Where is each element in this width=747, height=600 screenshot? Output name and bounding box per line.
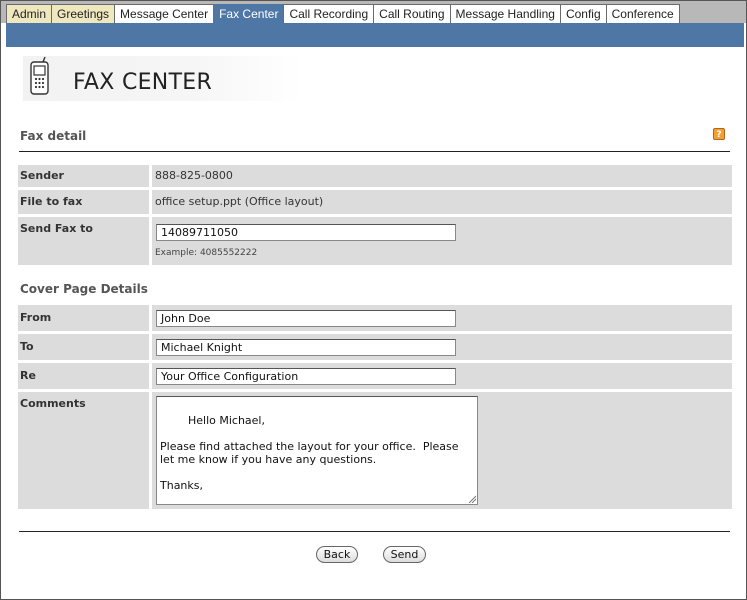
tab-bar: Admin Greetings Message Center Fax Cente… bbox=[1, 1, 746, 23]
send-to-label: Send Fax to bbox=[18, 217, 149, 265]
section-divider bbox=[19, 151, 730, 152]
re-cell: Your Office Configuration bbox=[152, 363, 732, 389]
back-button[interactable]: Back bbox=[316, 546, 358, 563]
send-to-input[interactable]: 14089711050 bbox=[156, 224, 456, 241]
to-label: To bbox=[18, 334, 149, 360]
sender-row: Sender 888-825-0800 bbox=[18, 165, 732, 187]
resize-grip-icon[interactable] bbox=[468, 495, 476, 503]
file-row: File to fax office setup.ppt (Office lay… bbox=[18, 190, 732, 214]
footer-divider bbox=[19, 531, 730, 532]
from-label: From bbox=[18, 305, 149, 331]
from-row: From John Doe bbox=[18, 305, 732, 331]
comments-textarea[interactable]: Hello Michael, Please find attached the … bbox=[156, 396, 478, 505]
page-title: FAX CENTER bbox=[73, 70, 213, 95]
comments-row: Comments Hello Michael, Please find atta… bbox=[18, 392, 732, 509]
header-bar bbox=[6, 23, 744, 47]
tab-greetings[interactable]: Greetings bbox=[51, 4, 116, 23]
fax-phone-icon bbox=[30, 56, 49, 95]
sender-value: 888-825-0800 bbox=[152, 165, 732, 187]
to-row: To Michael Knight bbox=[18, 334, 732, 360]
tab-call-routing[interactable]: Call Routing bbox=[373, 4, 451, 23]
help-icon[interactable]: ? bbox=[713, 128, 725, 140]
tab-admin[interactable]: Admin bbox=[6, 4, 53, 23]
tab-message-center[interactable]: Message Center bbox=[114, 4, 215, 23]
send-to-cell: 14089711050 Example: 4085552222 bbox=[152, 217, 732, 265]
to-input[interactable]: Michael Knight bbox=[156, 339, 456, 356]
to-cell: Michael Knight bbox=[152, 334, 732, 360]
send-button[interactable]: Send bbox=[383, 546, 426, 563]
comments-text: Hello Michael, Please find attached the … bbox=[160, 414, 459, 492]
tab-fax-center[interactable]: Fax Center bbox=[213, 4, 285, 23]
send-to-row: Send Fax to 14089711050 Example: 4085552… bbox=[18, 217, 732, 265]
fax-detail-title: Fax detail bbox=[20, 129, 87, 143]
file-label: File to fax bbox=[18, 190, 149, 214]
re-input[interactable]: Your Office Configuration bbox=[156, 368, 456, 385]
re-row: Re Your Office Configuration bbox=[18, 363, 732, 389]
app-window: Admin Greetings Message Center Fax Cente… bbox=[0, 0, 747, 600]
re-label: Re bbox=[18, 363, 149, 389]
tab-message-handling[interactable]: Message Handling bbox=[449, 4, 561, 23]
send-to-hint: Example: 4085552222 bbox=[155, 248, 258, 258]
sender-label: Sender bbox=[18, 165, 149, 187]
comments-label: Comments bbox=[18, 392, 149, 509]
file-value: office setup.ppt (Office layout) bbox=[152, 190, 732, 214]
tab-config[interactable]: Config bbox=[559, 4, 607, 23]
from-input[interactable]: John Doe bbox=[156, 310, 456, 327]
comments-cell: Hello Michael, Please find attached the … bbox=[152, 392, 732, 509]
tab-call-recording[interactable]: Call Recording bbox=[283, 4, 375, 23]
tab-conference[interactable]: Conference bbox=[605, 4, 680, 23]
from-cell: John Doe bbox=[152, 305, 732, 331]
cover-page-title: Cover Page Details bbox=[20, 282, 148, 296]
